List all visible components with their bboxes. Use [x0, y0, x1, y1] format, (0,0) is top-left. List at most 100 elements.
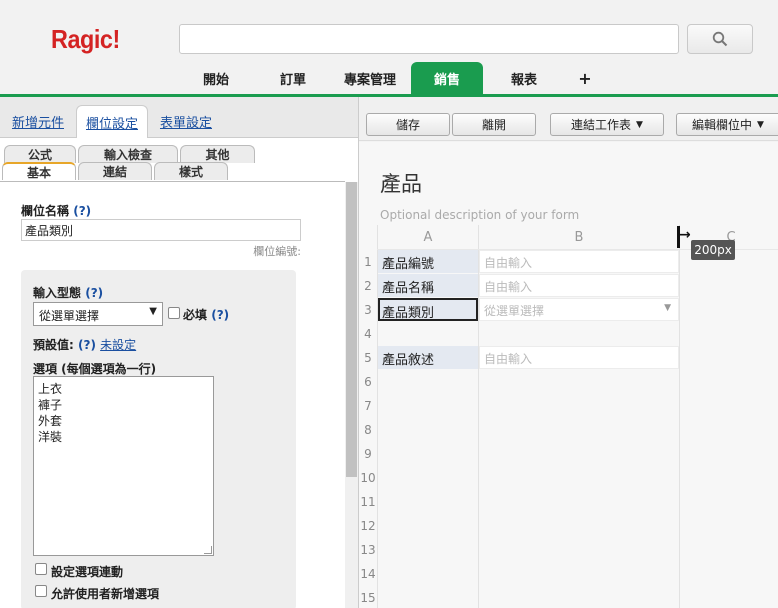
main-tabs: 開始 訂單 專案管理 銷售 報表 + — [180, 62, 610, 94]
default-value-link[interactable]: 未設定 — [100, 338, 136, 352]
selected-field-label-cell[interactable]: 產品類別 — [378, 298, 478, 321]
field-value-cell[interactable]: 自由輸入 — [479, 346, 679, 369]
left-panel-tabs: 新增元件 欄位設定 表單設定 — [0, 97, 358, 139]
option-line: 上衣 — [38, 382, 63, 396]
resize-handle-icon[interactable] — [204, 546, 212, 554]
field-settings-form: 欄位名稱 (?) 產品類別 欄位編號: 輸入型態 (?) 從選單選擇 ▼ 必填 … — [0, 182, 345, 608]
top-header: Ragic! 開始 訂單 專案管理 銷售 報表 + — [0, 0, 778, 97]
field-id-note: 欄位編號: — [253, 245, 301, 258]
field-name-input[interactable]: 產品類別 — [21, 219, 301, 241]
tab-form-settings[interactable]: 表單設定 — [150, 105, 222, 138]
input-type-section: 輸入型態 (?) 從選單選擇 ▼ 必填 (?) 預設值: (?) 未設定 選項 … — [21, 270, 296, 608]
field-label-cell[interactable]: 產品名稱 — [378, 274, 478, 297]
default-value-help[interactable]: (?) — [78, 338, 96, 352]
row-number: 8 — [364, 423, 372, 437]
ragic-logo[interactable]: Ragic! — [51, 24, 120, 55]
input-type-select[interactable]: 從選單選擇 ▼ — [33, 302, 163, 326]
save-button[interactable]: 儲存 — [366, 113, 450, 136]
input-type-help[interactable]: (?) — [85, 286, 103, 300]
input-type-value: 從選單選擇 — [39, 309, 100, 323]
search-icon — [712, 31, 728, 47]
row-number: 7 — [364, 399, 372, 413]
column-width-tooltip: 200px — [691, 240, 735, 260]
required-label: 必填 (?) — [183, 306, 229, 323]
input-type-label: 輸入型態 (?) — [33, 284, 103, 301]
caret-down-icon: ▼ — [757, 119, 764, 130]
tab-field-settings[interactable]: 欄位設定 — [76, 105, 148, 139]
field-label-cell[interactable]: 產品敘述 — [378, 346, 478, 369]
link-sheet-button[interactable]: 連結工作表 ▼ — [550, 113, 664, 136]
search-input[interactable] — [179, 24, 679, 54]
row-number: 6 — [364, 375, 372, 389]
field-value-cell[interactable]: 自由輸入 — [479, 250, 679, 273]
row-number: 10 — [360, 471, 376, 485]
tab-orders[interactable]: 訂單 — [257, 62, 329, 94]
column-header-b[interactable]: B — [479, 225, 679, 249]
row-number: 3 — [364, 303, 372, 317]
option-line: 洋裝 — [38, 430, 63, 444]
dropdown-arrow-icon: ▼ — [664, 303, 671, 313]
row-number: 12 — [360, 519, 376, 533]
field-value-cell[interactable]: 自由輸入 — [479, 274, 679, 297]
option-line: 褲子 — [38, 398, 63, 412]
row-number: 1 — [364, 255, 372, 269]
field-select-placeholder: 從選單選擇 — [484, 304, 545, 318]
column-header-a[interactable]: A — [378, 225, 478, 249]
required-help[interactable]: (?) — [211, 308, 229, 322]
field-settings-panel: 新增元件 欄位設定 表單設定 公式 輸入檢查 其他 基本 連結 樣式 欄位名稱 … — [0, 97, 358, 608]
form-sheet: 產品 Optional description of your form A B… — [359, 142, 778, 608]
option-line: 外套 — [38, 414, 63, 428]
left-scrollbar[interactable] — [345, 182, 358, 608]
tab-sales[interactable]: 銷售 — [411, 62, 483, 94]
search-button[interactable] — [687, 24, 753, 54]
row-number: 15 — [360, 591, 376, 605]
field-subtabs: 公式 輸入檢查 其他 基本 連結 樣式 — [0, 138, 358, 180]
options-textarea[interactable]: 上衣 褲子 外套 洋裝 — [33, 376, 214, 556]
edit-fields-button[interactable]: 編輯欄位中 ▼ — [676, 113, 778, 136]
row-number: 13 — [360, 543, 376, 557]
dropdown-arrow-icon: ▼ — [149, 306, 157, 317]
leave-button[interactable]: 離開 — [452, 113, 536, 136]
add-tab-button[interactable]: + — [565, 62, 605, 94]
subtab-formula[interactable]: 公式 — [4, 145, 76, 163]
subtab-link[interactable]: 連結 — [78, 162, 152, 180]
field-name-label: 欄位名稱 (?) — [21, 202, 91, 219]
tab-project[interactable]: 專案管理 — [334, 62, 406, 94]
resize-arrow-icon: → — [679, 227, 691, 243]
subtab-style[interactable]: 樣式 — [154, 162, 228, 180]
row-number: 11 — [360, 495, 376, 509]
left-scrollbar-thumb[interactable] — [346, 182, 357, 477]
default-value-row: 預設值: (?) 未設定 — [33, 336, 136, 353]
required-checkbox[interactable] — [168, 307, 180, 319]
subtab-other[interactable]: 其他 — [180, 145, 255, 163]
linked-options-checkbox[interactable] — [35, 563, 47, 575]
field-select-cell[interactable]: 從選單選擇 ▼ — [479, 298, 679, 321]
subtab-validation[interactable]: 輸入檢查 — [78, 145, 178, 163]
tab-reports[interactable]: 報表 — [488, 62, 560, 94]
form-description[interactable]: Optional description of your form — [380, 208, 579, 222]
allow-add-option-checkbox[interactable] — [35, 585, 47, 597]
form-title[interactable]: 產品 — [380, 168, 422, 198]
row-number: 5 — [364, 351, 372, 365]
edit-fields-label: 編輯欄位中 — [692, 118, 753, 132]
linked-options-label: 設定選項連動 — [51, 565, 124, 579]
subtab-basic[interactable]: 基本 — [2, 162, 76, 180]
form-design-panel: 儲存 離開 連結工作表 ▼ 編輯欄位中 ▼ 產品 Optional descri… — [358, 97, 778, 608]
tab-add-element[interactable]: 新增元件 — [4, 105, 72, 138]
design-toolbar: 儲存 離開 連結工作表 ▼ 編輯欄位中 ▼ — [359, 97, 778, 141]
input-type-label-text: 輸入型態 — [33, 286, 82, 300]
row-number: 14 — [360, 567, 376, 581]
allow-add-option-label: 允許使用者新增選項 — [51, 587, 160, 601]
field-name-help[interactable]: (?) — [73, 204, 91, 218]
required-label-text: 必填 — [183, 308, 208, 322]
caret-down-icon: ▼ — [636, 119, 643, 130]
grid-line — [679, 225, 680, 608]
row-number: 9 — [364, 447, 372, 461]
row-number: 4 — [364, 327, 372, 341]
tab-start[interactable]: 開始 — [180, 62, 252, 94]
field-label-cell[interactable]: 產品編號 — [378, 250, 478, 273]
link-sheet-label: 連結工作表 — [571, 118, 632, 132]
row-number: 2 — [364, 279, 372, 293]
default-value-label: 預設值: — [33, 338, 74, 352]
field-name-label-text: 欄位名稱 — [21, 204, 70, 218]
